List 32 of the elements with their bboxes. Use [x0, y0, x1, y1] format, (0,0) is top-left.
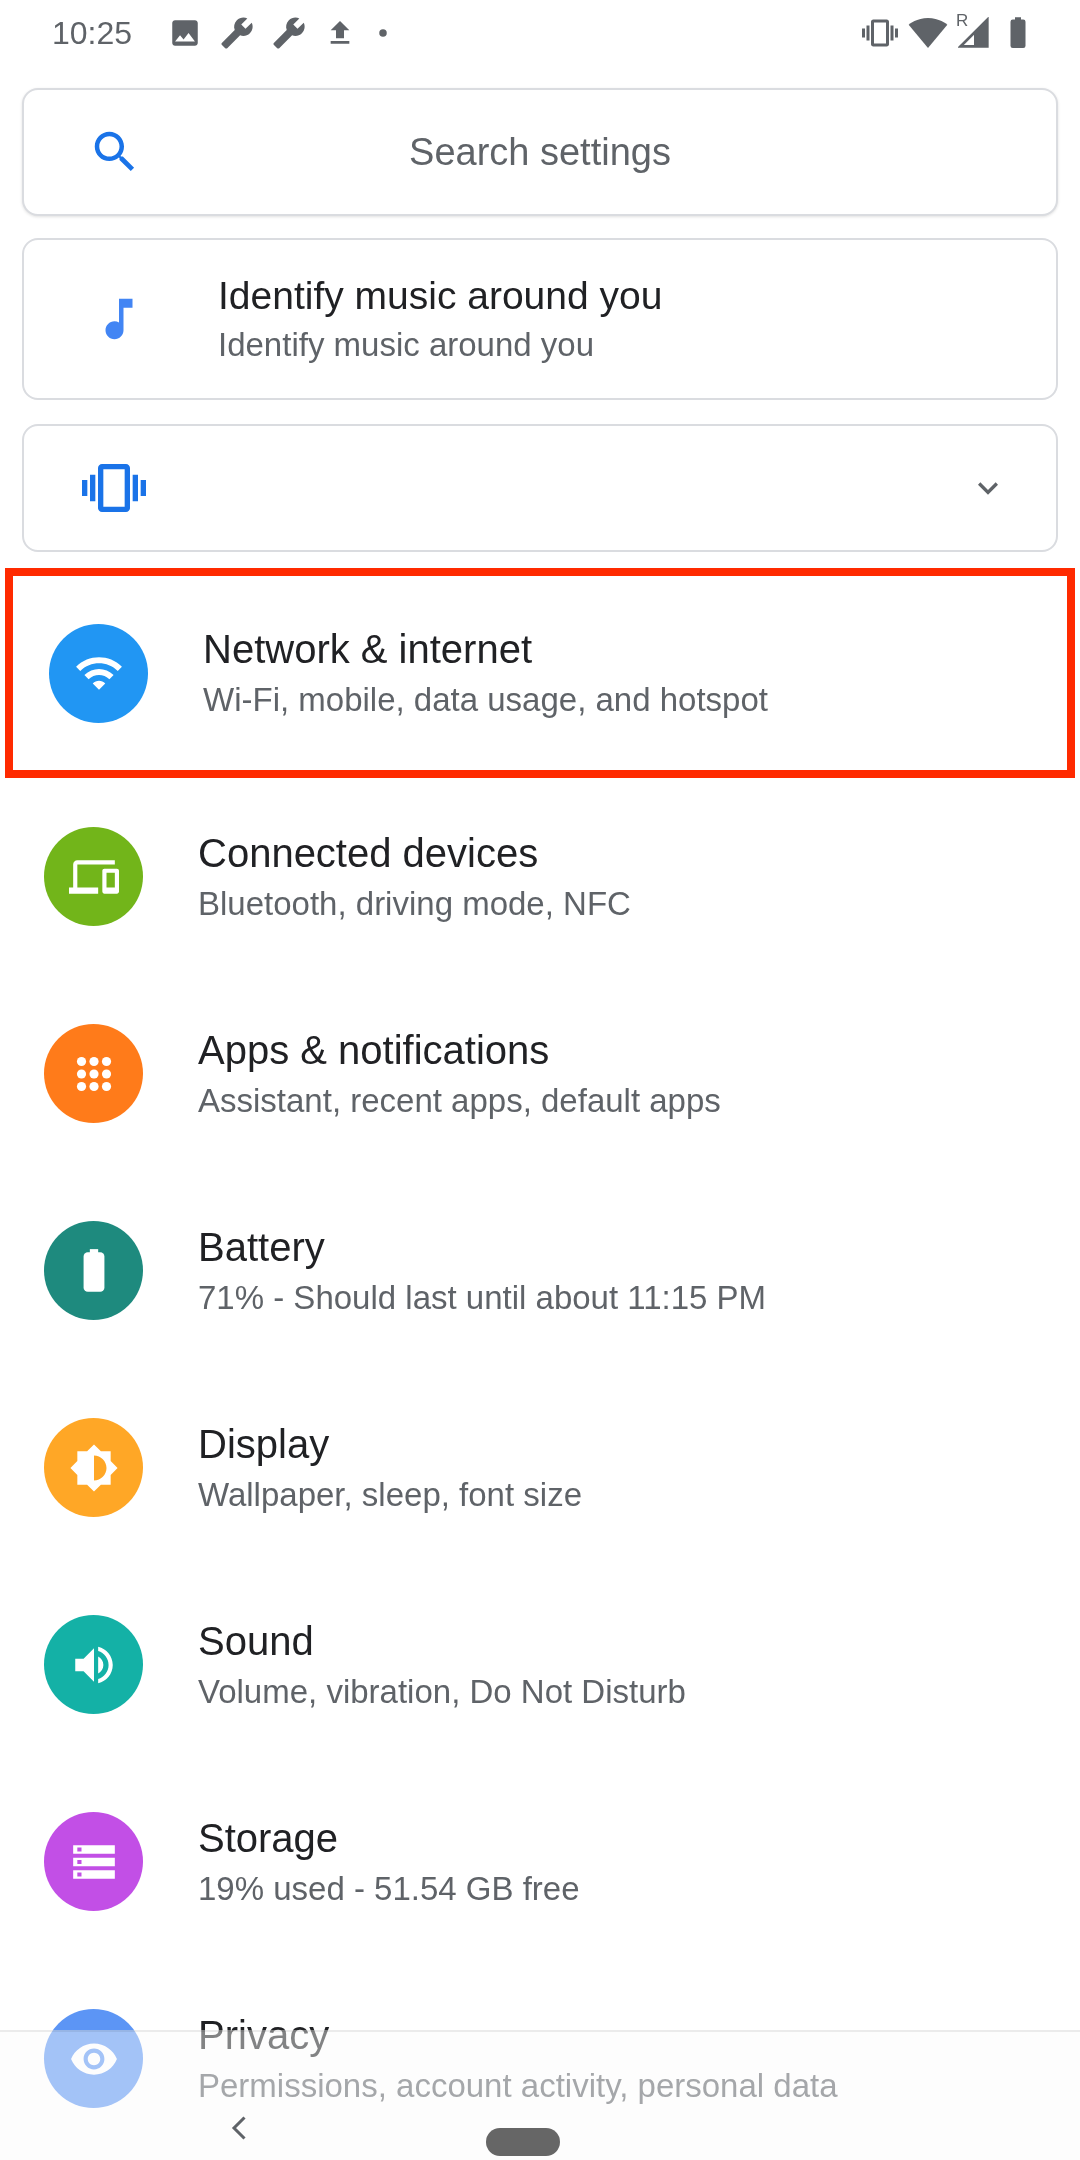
item-title: Display: [198, 1421, 331, 1467]
item-title: Apps & notifications: [198, 1027, 551, 1073]
roaming-mark: R: [956, 11, 969, 31]
item-subtitle: 19% used - 51.54 GB free: [198, 1869, 580, 1908]
item-subtitle: Assistant, recent apps, default apps: [198, 1081, 721, 1120]
highlighted-settings-item[interactable]: Network & internet Wi-Fi, mobile, data usage, and hotspot: [5, 568, 1075, 778]
settings-item[interactable]: Connected devices Bluetooth, driving mode, NFC: [0, 778, 1080, 975]
wrench-icon: [220, 16, 255, 50]
suggestion-title: Identify music around you: [218, 274, 663, 318]
item-title: Privacy: [198, 2012, 331, 2058]
settings-item[interactable]: Apps & notifications Assistant, recent apps, default apps: [0, 975, 1080, 1172]
item-subtitle: 71% - Should last until about 11:15 PM: [198, 1278, 767, 1317]
item-title: Connected devices: [198, 830, 540, 876]
item-subtitle: Wallpaper, sleep, font size: [198, 1475, 582, 1514]
settings-item[interactable]: Storage 19% used - 51.54 GB free: [0, 1763, 1080, 1960]
item-subtitle: Volume, vibration, Do Not Disturb: [198, 1672, 686, 1711]
status-time: 10:25: [52, 14, 133, 52]
item-subtitle: Permissions, account activity, personal data: [198, 2066, 838, 2105]
settings-item[interactable]: Battery 71% - Should last until about 11:15 PM: [0, 1172, 1080, 1369]
settings-item[interactable]: Display Wallpaper, sleep, font size: [0, 1369, 1080, 1566]
item-title: Battery: [198, 1224, 326, 1270]
item-title: Storage: [198, 1815, 340, 1861]
item-subtitle: Bluetooth, driving mode, NFC: [198, 884, 631, 923]
suggestion-subtitle: Identify music around you: [218, 326, 596, 364]
wrench-icon: [272, 16, 307, 50]
home-handle[interactable]: [486, 2128, 560, 2156]
settings-item[interactable]: Sound Volume, vibration, Do Not Disturb: [0, 1566, 1080, 1763]
item-title: Sound: [198, 1618, 315, 1664]
item-subtitle: Wi-Fi, mobile, data usage, and hotspot: [203, 681, 768, 719]
suggestion-card[interactable]: Identify music around you Identify music around you: [22, 238, 1058, 400]
search-field[interactable]: Search settings: [22, 88, 1058, 216]
item-title: Network & internet: [203, 627, 534, 672]
